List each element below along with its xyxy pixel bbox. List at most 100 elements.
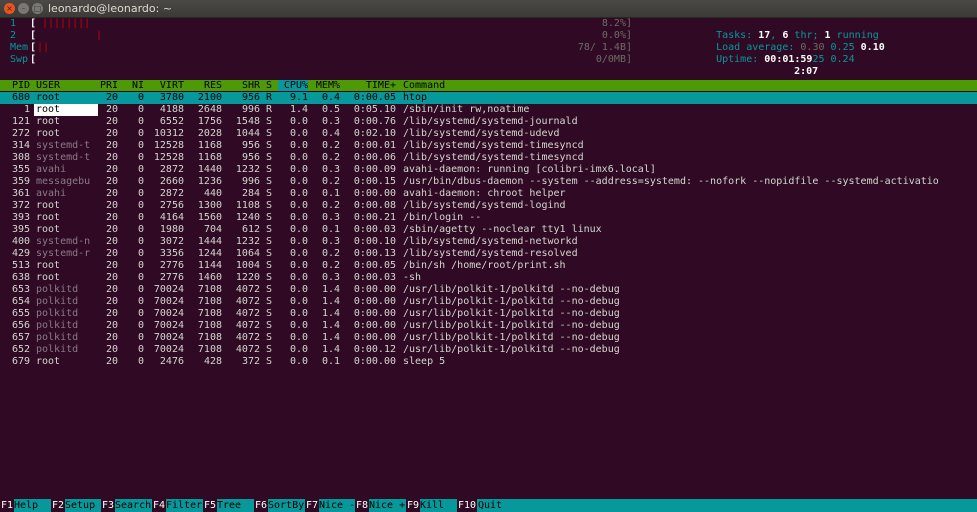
process-row[interactable]: 393 root 20 0 4164 1560 1240 S 0.0 0.3 0:00.21/bin… — [0, 212, 977, 224]
process-shr: 956 — [241, 92, 260, 103]
terminal[interactable]: 1 [ |||||||| 8.2%] 2 [ | 0.0%] Mem [ || … — [0, 18, 977, 512]
process-row[interactable]: 314 systemd-t 20 0 12528 1168 956 S 0.0 0.2 0:00.0… — [0, 140, 977, 152]
process-res: 1236 — [197, 176, 222, 187]
process-command: /usr/lib/polkit-1/polkitd --no-debug — [403, 308, 620, 319]
process-state: S — [266, 140, 273, 151]
process-row[interactable]: 513 root 20 0 2776 1144 1004 S 0.0 0.2 0:00.05/bin… — [0, 260, 977, 272]
process-shr: 4072 — [235, 284, 260, 295]
process-user: root — [36, 116, 61, 127]
process-row[interactable]: 655 polkitd 20 0 70024 7108 4072 S 0.0 1.4 0:00.00… — [0, 308, 977, 320]
process-virt: 3072 — [159, 236, 184, 247]
process-row[interactable]: 680 root 20 0 3780 2100 956 R 9.1 0.4 0:00.05 htop — [0, 92, 977, 104]
process-pri: 20 — [105, 320, 118, 331]
col-shr[interactable]: SHR — [226, 80, 260, 91]
process-shr: 1232 — [235, 164, 260, 175]
process-pid: 121 — [11, 116, 30, 127]
process-state: S — [266, 260, 273, 271]
process-row[interactable]: 1 root 20 0 4188 2648 996 R 1.4 0.5 0:05.10/sbin/i… — [0, 104, 977, 116]
process-command: /sbin/init rw,noatime — [403, 104, 530, 115]
col-pid[interactable]: PID — [0, 80, 30, 91]
process-row[interactable]: 359 messagebu 20 0 2660 1236 996 S 0.0 0.2 0:00.15… — [0, 176, 977, 188]
process-mem: 0.2 — [321, 200, 340, 211]
process-row[interactable]: 679 root 20 0 2476 428 372 S 0.0 0.1 0:00.00 sleep … — [0, 356, 977, 368]
cpu2-open: [ — [30, 30, 37, 41]
cpu2-meter: 2 [ | 0.0%] — [0, 30, 632, 42]
col-time[interactable]: TIME+ — [344, 80, 396, 91]
process-pid: 638 — [11, 272, 30, 283]
process-command: /bin/sh /home/root/print.sh — [403, 260, 566, 271]
process-res: 7108 — [197, 296, 222, 307]
process-res: 1300 — [197, 200, 222, 211]
process-row[interactable]: 272 root 20 0 10312 2028 1044 S 0.0 0.4 0:02.10/li… — [0, 128, 977, 140]
process-command: /sbin/agetty --noclear tty1 linux — [403, 224, 602, 235]
col-mem[interactable]: MEM% — [310, 80, 340, 91]
process-row[interactable]: 372 root 20 0 2756 1300 1108 S 0.0 0.2 0:00.08/lib… — [0, 200, 977, 212]
process-res: 2028 — [197, 128, 222, 139]
process-row[interactable]: 656 polkitd 20 0 70024 7108 4072 S 0.0 1.4 0:00.00… — [0, 320, 977, 332]
process-row[interactable]: 429 systemd-r 20 0 3356 1244 1064 S 0.0 0.2 0:00.1… — [0, 248, 977, 260]
process-row[interactable]: 653 polkitd 20 0 70024 7108 4072 S 0.0 1.4 0:00.00… — [0, 284, 977, 296]
process-row[interactable]: 400 systemd-n 20 0 3072 1444 1232 S 0.0 0.3 0:00.1… — [0, 236, 977, 248]
process-row[interactable]: 654 polkitd 20 0 70024 7108 4072 S 0.0 1.4 0:00.00… — [0, 296, 977, 308]
process-res: 7108 — [197, 320, 222, 331]
process-cpu: 0.0 — [289, 212, 308, 223]
col-ni[interactable]: NI — [124, 80, 144, 91]
process-cpu: 0.0 — [289, 140, 308, 151]
process-virt: 70024 — [153, 296, 184, 307]
process-ni: 0 — [137, 332, 144, 343]
minimize-icon[interactable]: – — [18, 3, 29, 14]
maximize-icon[interactable]: □ — [32, 3, 43, 14]
process-pri: 20 — [105, 116, 118, 127]
process-virt: 70024 — [153, 332, 184, 343]
process-ni: 0 — [137, 272, 144, 283]
process-mem: 1.4 — [321, 284, 340, 295]
process-mem: 1.4 — [321, 320, 340, 331]
process-row[interactable]: 657 polkitd 20 0 70024 7108 4072 S 0.0 1.4 0:00.00… — [0, 332, 977, 344]
process-row[interactable]: 355 avahi 20 0 2872 1440 1232 S 0.0 0.3 0:00.09 ava… — [0, 164, 977, 176]
process-pid: 513 — [11, 260, 30, 271]
process-command: /usr/lib/polkit-1/polkitd --no-debug — [403, 296, 620, 307]
process-res: 1756 — [197, 116, 222, 127]
process-row[interactable]: 395 root 20 0 1980 704 612 S 0.0 0.1 0:00.03/sbin/… — [0, 224, 977, 236]
process-pri: 20 — [105, 92, 118, 103]
col-cpu[interactable]: CPU% — [278, 80, 308, 91]
cpu1-label: 1 — [10, 18, 17, 29]
process-user: polkitd — [36, 332, 79, 343]
process-pid: 1 — [23, 104, 30, 115]
col-res[interactable]: RES — [188, 80, 222, 91]
process-row[interactable]: 361 avahi 20 0 2872 440 284 S 0.0 0.1 0:00.00 avahi… — [0, 188, 977, 200]
process-res: 440 — [203, 188, 222, 199]
process-time: 0:00.21 — [353, 212, 396, 223]
process-virt: 6552 — [159, 116, 184, 127]
process-pri: 20 — [105, 128, 118, 139]
col-command[interactable]: Command — [403, 80, 445, 91]
process-row[interactable]: 308 systemd-t 20 0 12528 1168 956 S 0.0 0.2 0:00.0… — [0, 152, 977, 164]
col-pri[interactable]: PRI — [94, 80, 118, 91]
process-pri: 20 — [105, 176, 118, 187]
process-ni: 0 — [137, 92, 144, 103]
swp-open: [ — [30, 54, 37, 65]
process-pid: 653 — [11, 284, 30, 295]
col-virt[interactable]: VIRT — [150, 80, 184, 91]
process-shr: 996 — [241, 176, 260, 187]
process-mem: 0.3 — [321, 236, 340, 247]
process-pri: 20 — [105, 260, 118, 271]
process-user: root — [36, 92, 61, 103]
close-icon[interactable]: × — [4, 3, 15, 14]
process-shr: 372 — [241, 356, 260, 367]
col-user[interactable]: USER — [36, 80, 60, 91]
process-state: R — [266, 92, 273, 103]
col-state[interactable]: S — [266, 80, 272, 91]
process-state: S — [266, 176, 273, 187]
process-time: 0:00.03 — [353, 224, 396, 235]
process-table-header[interactable]: PID USER PRI NI VIRT RES SHR S CPU% MEM%… — [0, 80, 977, 91]
process-command: avahi-daemon: chroot helper — [403, 188, 566, 199]
process-user: avahi — [36, 188, 67, 199]
process-row[interactable]: 121 root 20 0 6552 1756 1548 S 0.0 0.3 0:00.76/lib… — [0, 116, 977, 128]
process-state: S — [266, 272, 273, 283]
process-virt: 4188 — [159, 104, 184, 115]
swp-value: 0/0MB] — [595, 54, 632, 65]
process-row[interactable]: 652 polkitd 20 0 70024 7108 4072 S 0.0 1.4 0:00.12… — [0, 344, 977, 356]
process-row[interactable]: 638 root 20 0 2776 1460 1220 S 0.0 0.3 0:00.03 -sh — [0, 272, 977, 284]
process-ni: 0 — [137, 128, 144, 139]
